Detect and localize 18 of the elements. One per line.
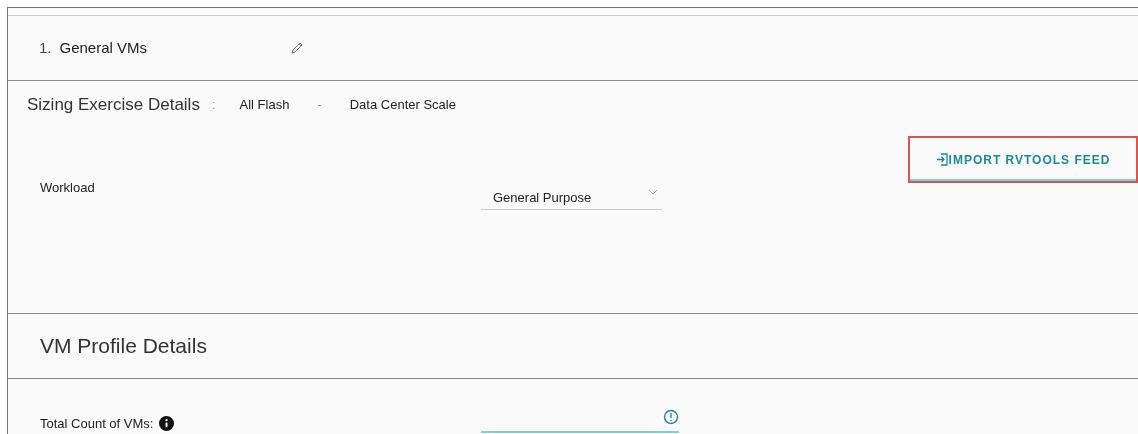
separator-colon: :	[211, 96, 216, 115]
section-title: Sizing Exercise Details	[27, 94, 200, 117]
field-label: Workload	[40, 179, 96, 197]
workload-select[interactable]: General Purpose	[481, 182, 662, 210]
scale-type: Data Center Scale	[349, 96, 456, 115]
item-number: 1.	[39, 37, 52, 58]
pencil-icon[interactable]	[289, 41, 304, 55]
separator-dash: -	[317, 96, 322, 115]
chevron-down-icon	[648, 188, 658, 195]
item-title: General VMs	[59, 37, 149, 58]
section-title: VM Profile Details	[40, 333, 207, 360]
info-icon[interactable]	[159, 415, 175, 431]
field-label: Total Count of VMs:	[40, 413, 481, 433]
storage-type: All Flash	[239, 96, 290, 115]
import-icon	[935, 153, 948, 166]
warning-icon	[663, 409, 679, 425]
count-input-field[interactable]	[481, 409, 679, 433]
import-button[interactable]: IMPORT RVTOOLS FEED	[908, 136, 1138, 183]
